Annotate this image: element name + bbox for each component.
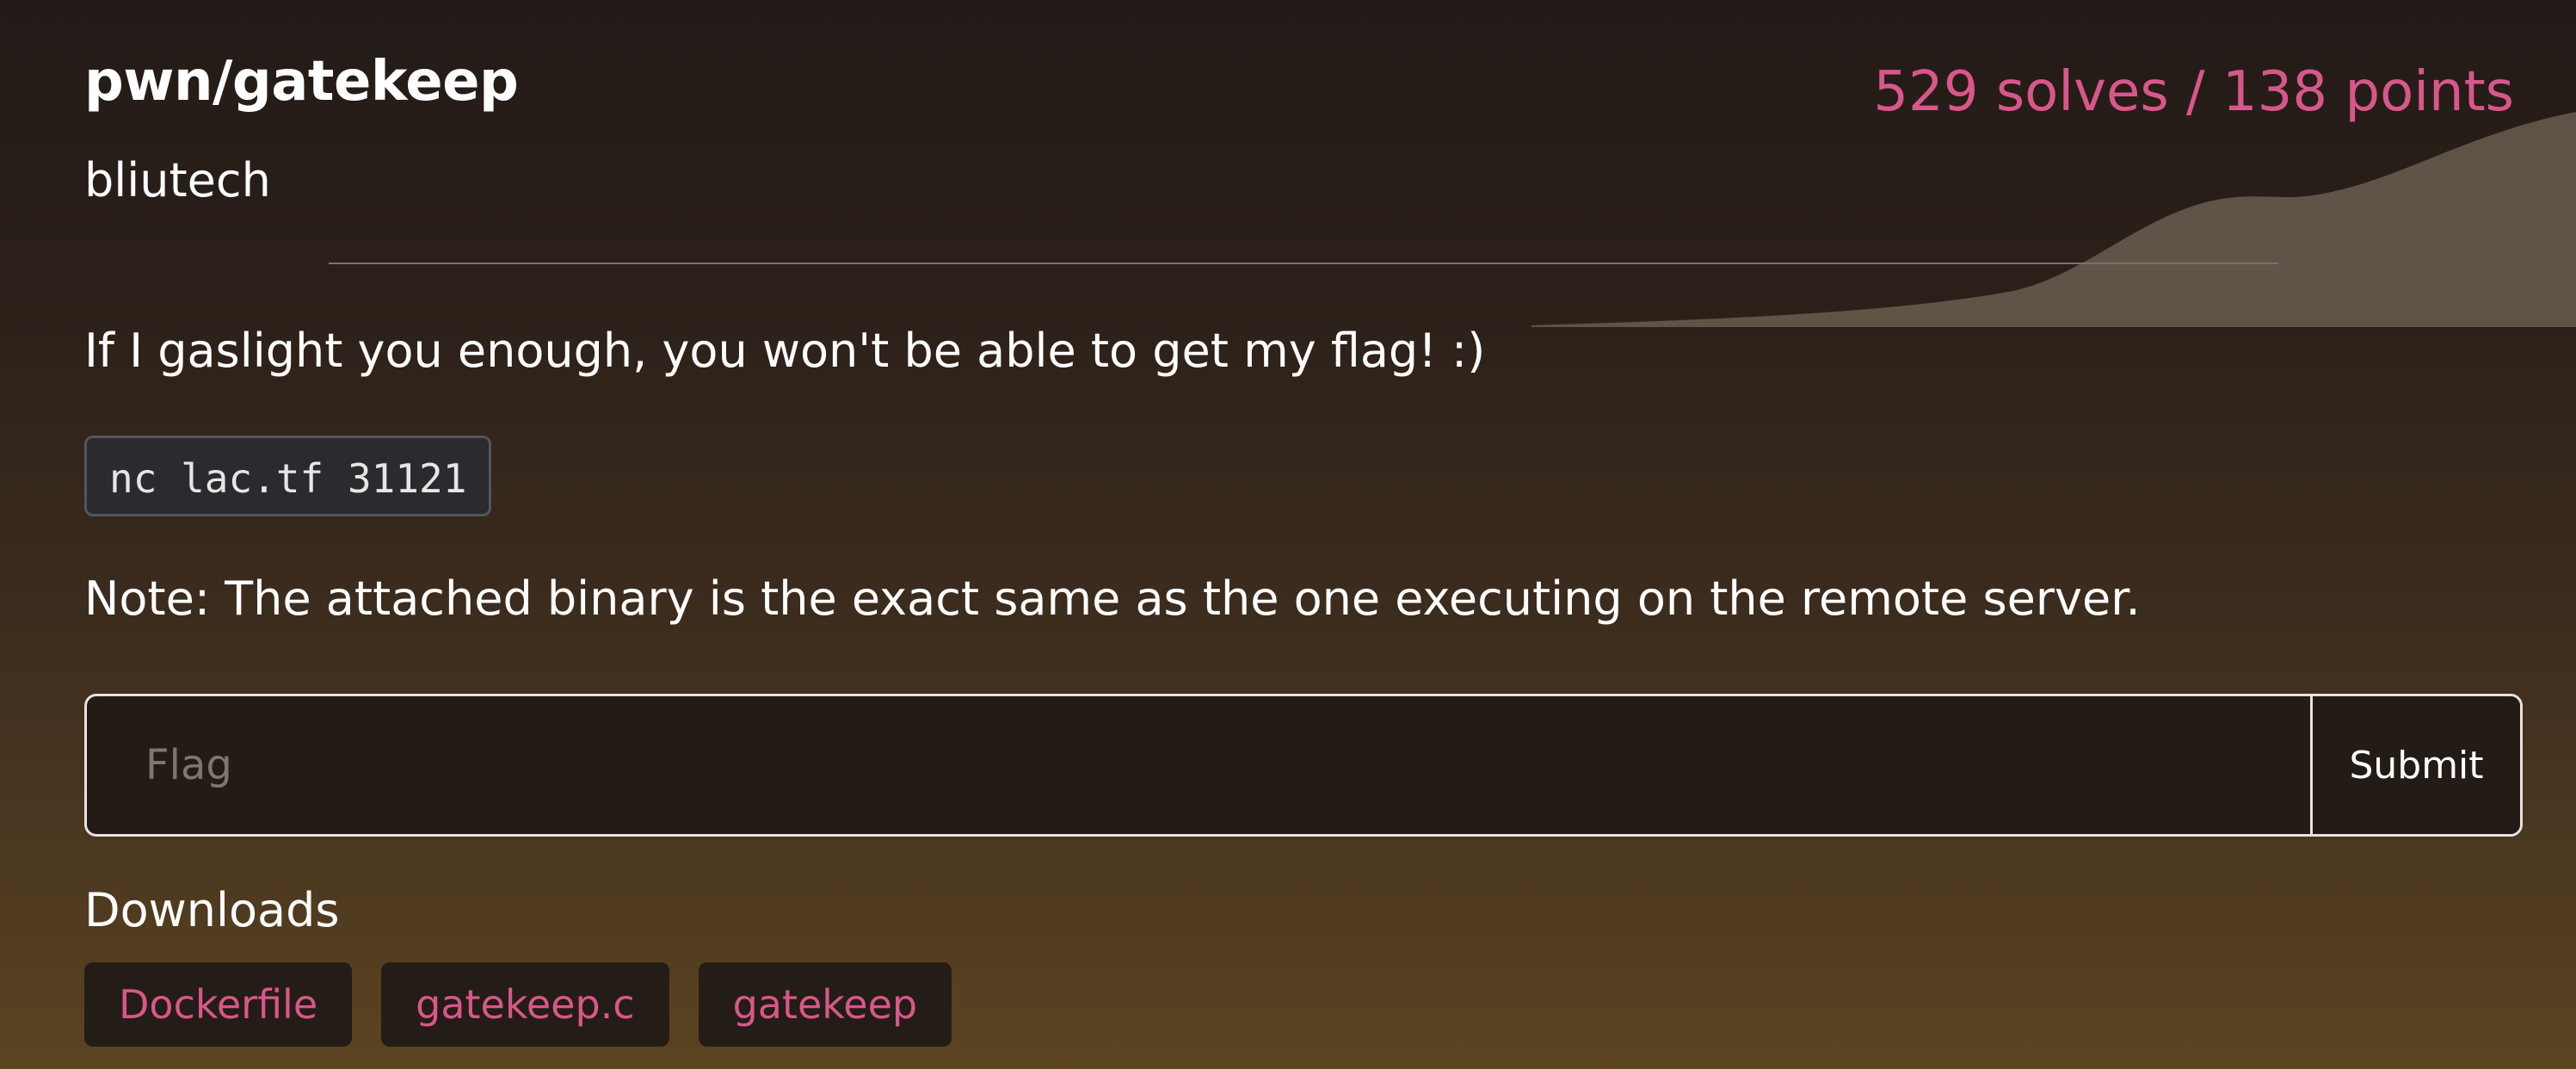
challenge-card: pwn/gatekeep bliutech 529 solves / 138 p… [0,0,2576,1069]
flag-form: Submit [84,694,2523,837]
header-divider [329,263,2278,264]
connection-command: nc lac.tf 31121 [84,436,492,516]
submit-button[interactable]: Submit [2310,696,2520,834]
challenge-title: pwn/gatekeep [84,50,519,114]
downloads-list: Dockerfile gatekeep.c gatekeep [84,962,952,1047]
challenge-description: If I gaslight you enough, you won't be a… [84,324,1486,378]
flag-input[interactable] [87,696,2310,834]
solve-graph-area [1531,112,2576,327]
download-gatekeep-binary[interactable]: gatekeep [698,962,952,1047]
downloads-heading: Downloads [84,883,340,937]
download-dockerfile[interactable]: Dockerfile [84,962,353,1047]
solve-graph [1531,112,2576,327]
challenge-author: bliutech [84,153,271,207]
challenge-note: Note: The attached binary is the exact s… [84,572,2141,626]
download-gatekeep-c[interactable]: gatekeep.c [381,962,669,1047]
